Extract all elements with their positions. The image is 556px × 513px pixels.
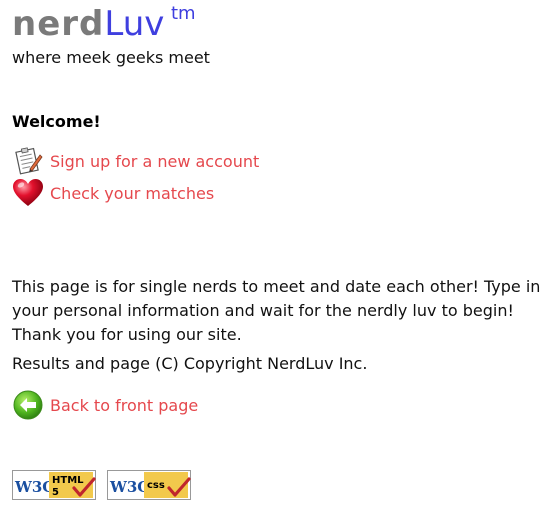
signup-link[interactable]: Sign up for a new account [12, 145, 259, 177]
tagline: where meek geeks meet [12, 48, 210, 67]
badge-5-text: 5 [52, 487, 59, 498]
back-arrow-icon [12, 389, 44, 421]
w3c-css-badge[interactable]: W3C css [107, 470, 191, 500]
intro-paragraph: This page is for single nerds to meet an… [12, 277, 541, 344]
logo-luv-text: Luv [104, 4, 165, 44]
w3c-html5-badge[interactable]: W3C HTML 5 [12, 470, 96, 500]
badge-html-text: HTML [52, 475, 84, 486]
signup-form-icon [12, 145, 44, 177]
badge-w3c-text: W3C [14, 478, 54, 496]
badge-css-text: css [147, 480, 165, 491]
badge-w3c-text: W3C [109, 478, 149, 496]
welcome-heading: Welcome! [12, 112, 101, 131]
nerdluv-logo: nerdLuv tm [12, 3, 196, 52]
back-link-label: Back to front page [50, 395, 199, 415]
logo-trademark: tm [171, 3, 196, 24]
logo-nerd-text: nerd [12, 4, 105, 44]
copyright-text: Results and page (C) Copyright NerdLuv I… [12, 354, 368, 373]
back-to-front-page-link[interactable]: Back to front page [12, 389, 198, 421]
validator-badges: W3C HTML 5 W3C css [12, 470, 191, 500]
matches-link[interactable]: Check your matches [12, 177, 214, 209]
heart-icon [12, 177, 44, 209]
matches-link-label: Check your matches [50, 183, 215, 203]
signup-link-label: Sign up for a new account [50, 151, 260, 171]
